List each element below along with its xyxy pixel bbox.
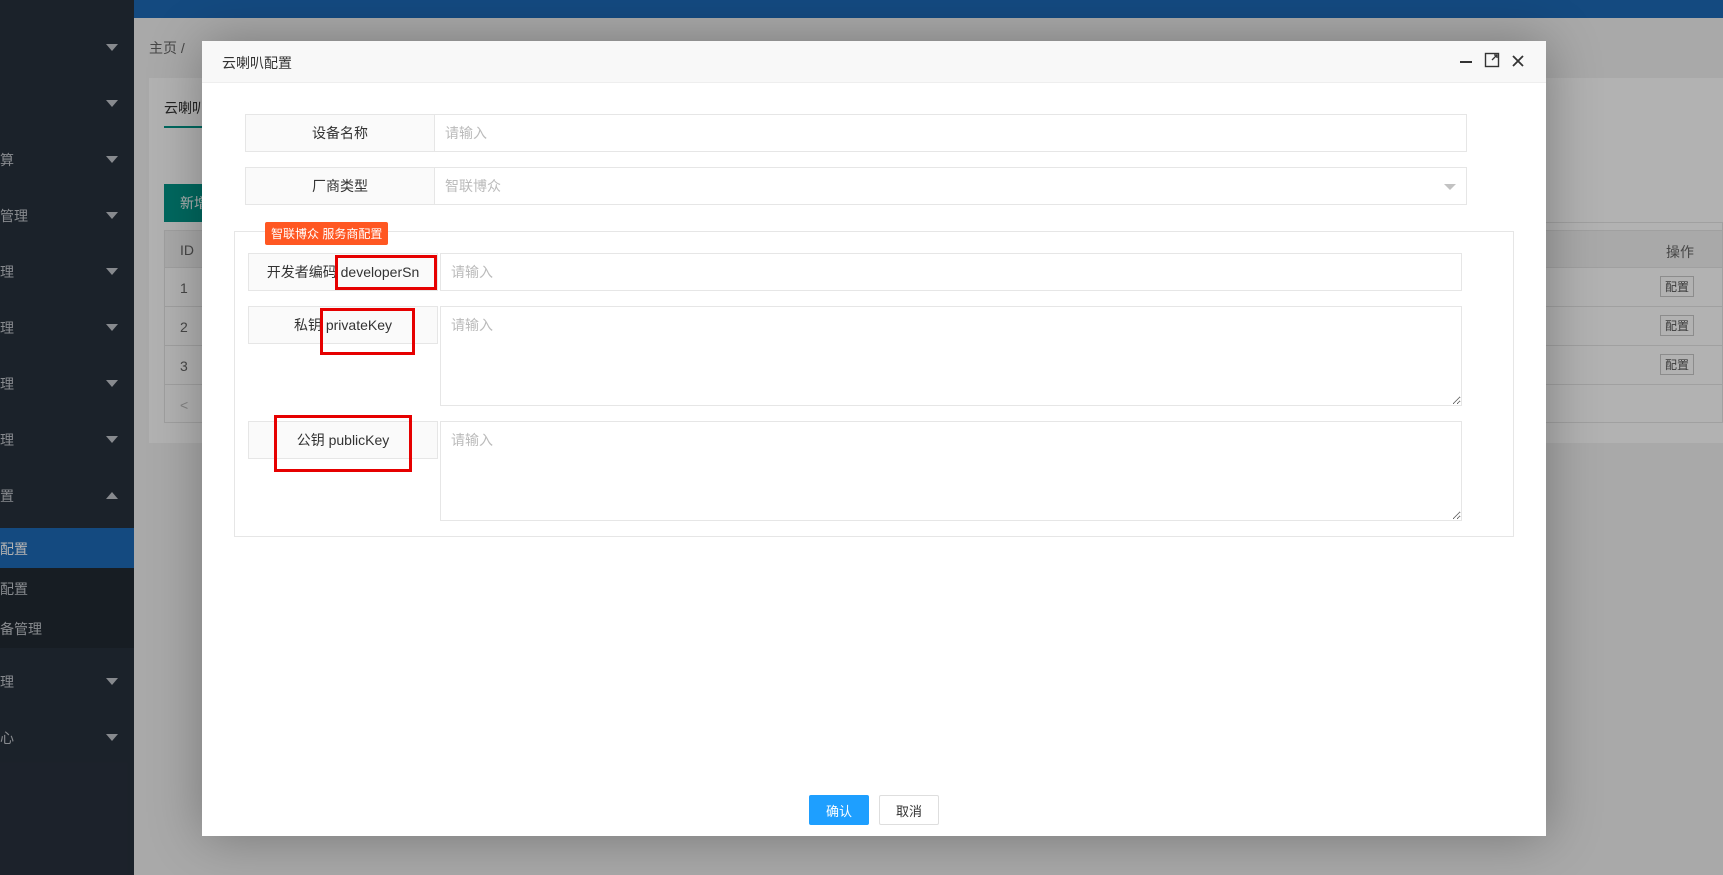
config-dialog: 云喇叭配置 设备名称 厂商类型 智联博众 智联博众 服务商配置 开发者编码 de… (202, 41, 1546, 836)
close-icon[interactable] (1508, 52, 1528, 72)
confirm-button[interactable]: 确认 (809, 795, 869, 825)
vendor-type-row: 厂商类型 智联博众 (245, 167, 1467, 205)
vendor-type-select[interactable]: 智联博众 (435, 167, 1467, 205)
chevron-down-icon (1444, 184, 1456, 190)
fieldset-legend: 智联博众 服务商配置 (265, 222, 389, 245)
maximize-icon[interactable] (1482, 52, 1502, 72)
cancel-button[interactable]: 取消 (879, 795, 939, 825)
highlight-box-private-key (320, 308, 415, 355)
private-key-textarea[interactable] (440, 306, 1462, 406)
highlight-box-developer-sn (335, 255, 437, 290)
highlight-box-public-key (274, 415, 412, 472)
vendor-type-label: 厂商类型 (245, 167, 435, 205)
minimize-icon[interactable] (1456, 52, 1476, 72)
device-name-input[interactable] (435, 114, 1467, 152)
developer-sn-input[interactable] (440, 253, 1462, 291)
dialog-title: 云喇叭配置 (222, 55, 292, 71)
dialog-header: 云喇叭配置 (202, 41, 1546, 83)
public-key-textarea[interactable] (440, 421, 1462, 521)
device-name-label: 设备名称 (245, 114, 435, 152)
device-name-row: 设备名称 (245, 114, 1467, 152)
